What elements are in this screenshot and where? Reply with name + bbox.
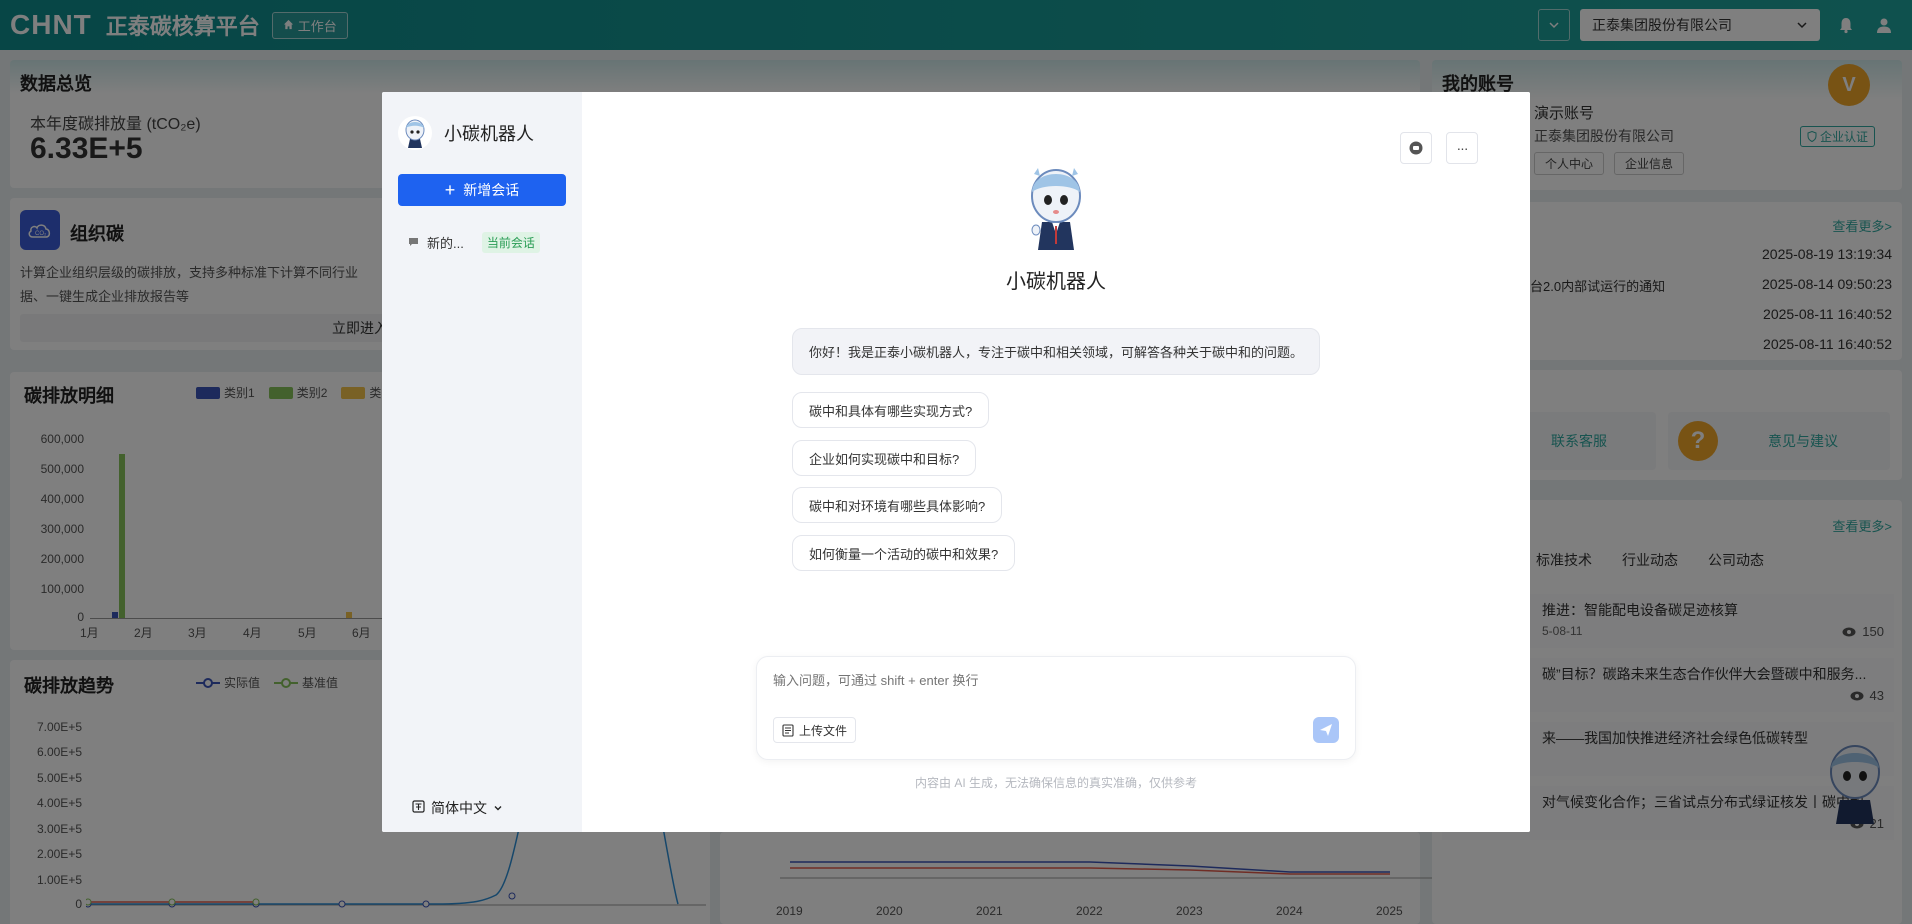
language-select[interactable]: 简体中文	[412, 798, 503, 818]
new-chat-label: 新增会话	[463, 182, 520, 198]
chatbot-dialog: 小碳机器人 + 新增会话 新的... 当前会话 简体中文 ··· 小碳机器人 你…	[382, 92, 1530, 832]
suggestion-chip[interactable]: 碳中和具体有哪些实现方式?	[792, 392, 990, 428]
chevron-down-icon	[494, 806, 502, 811]
new-chat-button[interactable]: + 新增会话	[398, 174, 566, 206]
robot-head-icon	[1409, 141, 1423, 155]
sidebar-bot-name: 小碳机器人	[444, 124, 534, 144]
chat-input[interactable]	[773, 673, 1273, 688]
upload-file-button[interactable]: 上传文件	[773, 717, 857, 743]
robot-mascot	[1024, 164, 1088, 257]
suggestion-chip[interactable]: 碳中和对环境有哪些具体影响?	[792, 487, 1003, 523]
plus-icon: +	[444, 180, 456, 200]
file-icon	[782, 723, 794, 737]
suggestion-chip[interactable]: 如何衡量一个活动的碳中和效果?	[792, 535, 1016, 571]
chat-sidebar: 小碳机器人 + 新增会话 新的... 当前会话 简体中文	[382, 92, 582, 832]
bot-greeting-message: 你好！我是正泰小碳机器人，专注于碳中和相关领域，可解答各种关于碳中和的问题。	[792, 328, 1320, 375]
language-icon	[412, 800, 425, 816]
bot-intro: 小碳机器人	[582, 164, 1530, 294]
send-button[interactable]	[1313, 717, 1339, 743]
ai-disclaimer: 内容由 AI 生成，无法确保信息的真实准确，仅供参考	[914, 776, 1197, 790]
current-conversation-badge: 当前会话	[481, 232, 540, 253]
language-label: 简体中文	[431, 800, 487, 816]
chat-bubble-icon	[408, 235, 419, 250]
robot-mode-button[interactable]	[1400, 132, 1432, 164]
suggestion-chip[interactable]: 企业如何实现碳中和目标?	[792, 440, 977, 476]
upload-file-label: 上传文件	[799, 723, 848, 738]
robot-avatar	[398, 116, 432, 150]
send-icon	[1320, 724, 1332, 736]
chat-input-box: 上传文件	[756, 656, 1356, 760]
chat-toolbar: ···	[1400, 132, 1478, 164]
conversation-item[interactable]: 新的... 当前会话	[408, 232, 566, 253]
sidebar-bot-header: 小碳机器人	[382, 92, 582, 166]
more-options-button[interactable]: ···	[1446, 132, 1478, 164]
bot-title: 小碳机器人	[1006, 271, 1106, 293]
more-icon: ···	[1456, 140, 1469, 156]
conversation-title: 新的...	[427, 236, 464, 251]
chat-main: ··· 小碳机器人 你好！我是正泰小碳机器人，专注于碳中和相关领域，可解答各种关…	[582, 92, 1530, 832]
